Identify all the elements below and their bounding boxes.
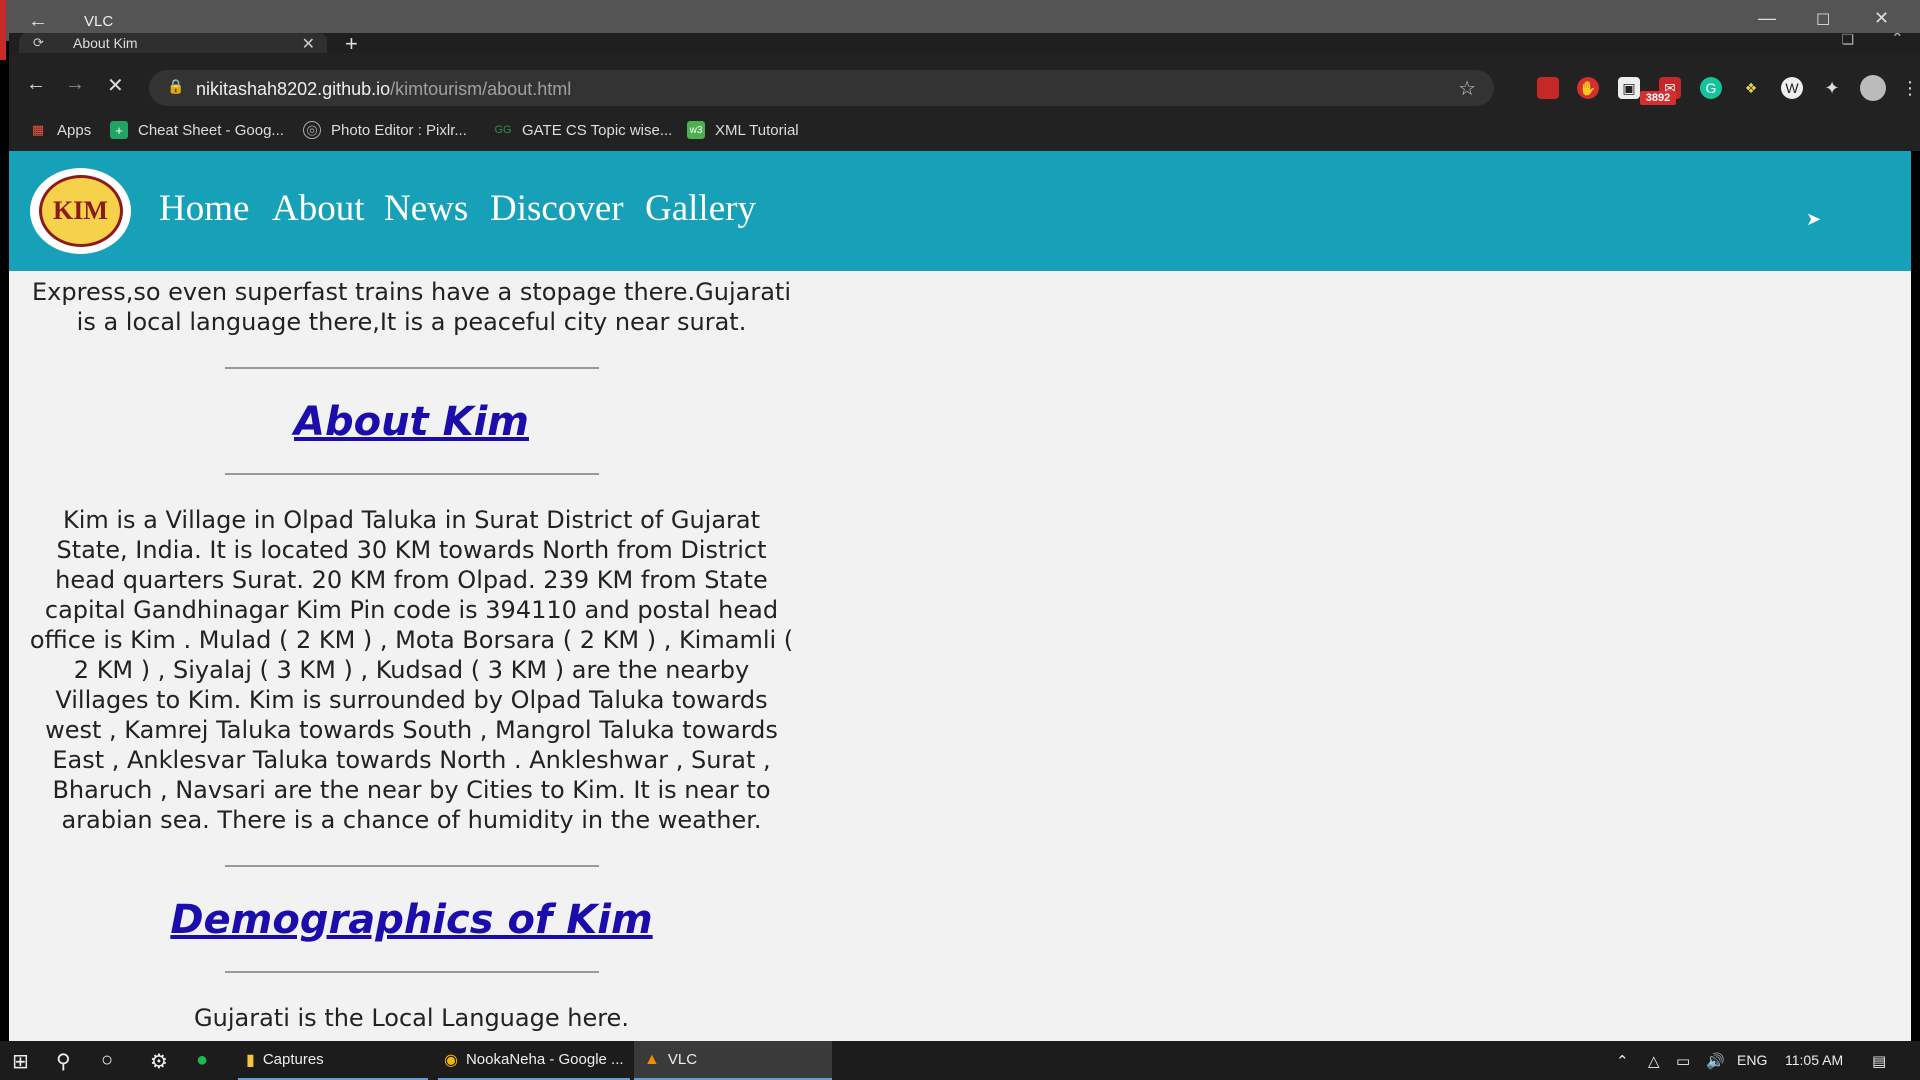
divider — [224, 473, 599, 475]
grammarly-icon[interactable]: G — [1700, 77, 1722, 99]
bookmark-gate-cs[interactable]: GG GATE CS Topic wise... — [494, 120, 672, 140]
extension-w-icon[interactable]: W — [1781, 77, 1803, 99]
tab-close-icon[interactable]: ✕ — [302, 34, 315, 53]
taskbar-app-label: NookaNeha - Google ... — [465, 1051, 624, 1068]
taskbar-app-vlc[interactable]: ▲ VLC — [634, 1041, 832, 1080]
demographics-heading-wrap: Demographics of Kim — [29, 897, 794, 943]
notifications-icon[interactable]: ▤ — [1872, 1052, 1886, 1070]
restore-window-icon[interactable]: ❏ — [1841, 33, 1854, 48]
left-edge-strip — [0, 0, 6, 60]
browser-tab-active[interactable]: ⟳ About Kim ✕ — [19, 33, 327, 53]
battery-icon[interactable]: ▭ — [1676, 1052, 1690, 1070]
about-paragraph: Kim is a Village in Olpad Taluka in Sura… — [29, 506, 794, 834]
extension-badge-count: 3892 — [1640, 91, 1676, 105]
kim-logo[interactable]: KIM — [30, 168, 131, 254]
clock[interactable]: 11:05 AM — [1785, 1052, 1843, 1068]
mouse-cursor-icon: ➤ — [1806, 209, 1822, 229]
taskbar-app-label: VLC — [667, 1051, 698, 1068]
extensions-puzzle-icon[interactable]: ✦ — [1821, 77, 1843, 99]
settings-gear-icon[interactable]: ⚙ — [150, 1049, 168, 1074]
taskbar-app-label: Captures — [262, 1051, 324, 1068]
bookmark-apps[interactable]: ▦ Apps — [29, 120, 91, 140]
main-content: Express,so even superfast trains have a … — [29, 271, 794, 1033]
bookmark-xml-tutorial[interactable]: w3 XML Tutorial — [687, 120, 799, 140]
bookmark-cheat-sheet[interactable]: + Cheat Sheet - Goog... — [110, 120, 284, 140]
nav-home[interactable]: Home — [159, 187, 249, 230]
tab-title: About Kim — [73, 35, 138, 51]
browser-forward-icon[interactable]: → — [65, 73, 85, 96]
demographics-heading[interactable]: Demographics of Kim — [170, 897, 652, 943]
url-text[interactable]: nikitashah8202.github.io/kimtourism/abou… — [196, 79, 571, 100]
tab-search-chevron-icon[interactable]: ⌃ — [1891, 33, 1904, 49]
search-icon[interactable]: ⚲ — [56, 1049, 71, 1074]
divider — [224, 865, 599, 867]
vlc-window-title: VLC — [84, 13, 114, 30]
bookmark-label: GATE CS Topic wise... — [522, 121, 673, 139]
browser-tab-strip: ⟳ About Kim ✕ + ❏ ⌃ — [9, 33, 1920, 53]
wifi-icon[interactable]: △ — [1648, 1052, 1660, 1070]
nav-gallery[interactable]: Gallery — [645, 187, 756, 230]
volume-icon[interactable]: 🔊 — [1706, 1052, 1725, 1070]
pixlr-icon: ◎ — [303, 121, 321, 139]
page-viewport: KIM Home About News Discover Gallery ➤ E… — [9, 151, 1911, 1041]
address-bar[interactable]: 🔒 nikitashah8202.github.io/kimtourism/ab… — [149, 70, 1494, 106]
page-scrollbar[interactable] — [1901, 271, 1911, 1041]
spotify-icon[interactable]: ● — [196, 1049, 208, 1072]
lock-icon[interactable]: 🔒 — [167, 78, 184, 95]
windows-start-icon[interactable]: ⊞ — [12, 1049, 29, 1074]
divider — [224, 971, 599, 973]
nav-news[interactable]: News — [384, 187, 468, 230]
loading-icon: ⟳ — [33, 35, 44, 50]
demographics-paragraph: Gujarati is the Local Language here. — [194, 1004, 629, 1032]
folder-icon: ▮ — [246, 1051, 255, 1069]
intro-paragraph: Express,so even superfast trains have a … — [32, 278, 791, 336]
logo-emblem: KIM — [38, 175, 123, 247]
extension-highlighter-icon[interactable]: ❖ — [1740, 77, 1762, 99]
w3schools-icon: w3 — [687, 121, 705, 139]
minimize-icon[interactable]: — — [1758, 8, 1776, 29]
new-tab-icon[interactable]: + — [345, 33, 358, 53]
bookmark-label: XML Tutorial — [715, 121, 799, 139]
divider — [224, 367, 599, 369]
sheets-icon: + — [110, 121, 128, 139]
apps-grid-icon: ▦ — [31, 122, 45, 137]
stop-loading-icon[interactable]: ✕ — [107, 73, 124, 98]
bookmarks-bar: ▦ Apps + Cheat Sheet - Goog... ◎ Photo E… — [9, 111, 1920, 151]
nav-discover[interactable]: Discover — [490, 187, 624, 230]
browser-back-icon[interactable]: ← — [26, 73, 46, 96]
bookmark-label: Cheat Sheet - Goog... — [138, 121, 284, 139]
windows-taskbar: ⊞ ⚲ ○ ⚙ ● ▮ Captures ◉ NookaNeha - Googl… — [0, 1041, 1920, 1080]
bookmark-label: Photo Editor : Pixlr... — [331, 121, 467, 139]
bookmark-label: Apps — [57, 121, 92, 139]
vlc-back-icon[interactable]: ← — [28, 10, 48, 33]
url-path: /kimtourism/about.html — [390, 79, 572, 99]
site-navbar: KIM Home About News Discover Gallery ➤ — [9, 151, 1911, 271]
vlc-cone-icon: ▲ — [644, 1050, 660, 1068]
extension-adblock-icon[interactable]: ✋ — [1577, 77, 1599, 99]
about-heading-wrap: About Kim — [29, 399, 794, 445]
language-indicator[interactable]: ENG — [1737, 1052, 1767, 1068]
profile-avatar[interactable] — [1860, 75, 1886, 101]
bookmark-star-icon[interactable]: ☆ — [1458, 76, 1476, 101]
geeksforgeeks-icon: GG — [494, 124, 512, 136]
bookmark-photo-editor[interactable]: ◎ Photo Editor : Pixlr... — [303, 120, 467, 140]
cortana-icon[interactable]: ○ — [101, 1049, 113, 1072]
tray-chevron-icon[interactable]: ⌃ — [1616, 1052, 1629, 1070]
extension-red-book-icon[interactable] — [1537, 77, 1559, 99]
nav-about[interactable]: About — [272, 187, 365, 230]
taskbar-app-captures[interactable]: ▮ Captures — [238, 1041, 428, 1080]
close-icon[interactable]: ✕ — [1874, 8, 1889, 29]
taskbar-app-chrome[interactable]: ◉ NookaNeha - Google ... — [438, 1041, 630, 1080]
extension-window-icon[interactable]: ▣ — [1618, 77, 1640, 99]
about-heading[interactable]: About Kim — [294, 399, 529, 445]
browser-menu-icon[interactable]: ⋮ — [1899, 77, 1920, 99]
chrome-icon: ◉ — [444, 1051, 458, 1069]
url-host: nikitashah8202.github.io — [196, 79, 391, 99]
maximize-icon[interactable]: ☐ — [1816, 10, 1830, 30]
